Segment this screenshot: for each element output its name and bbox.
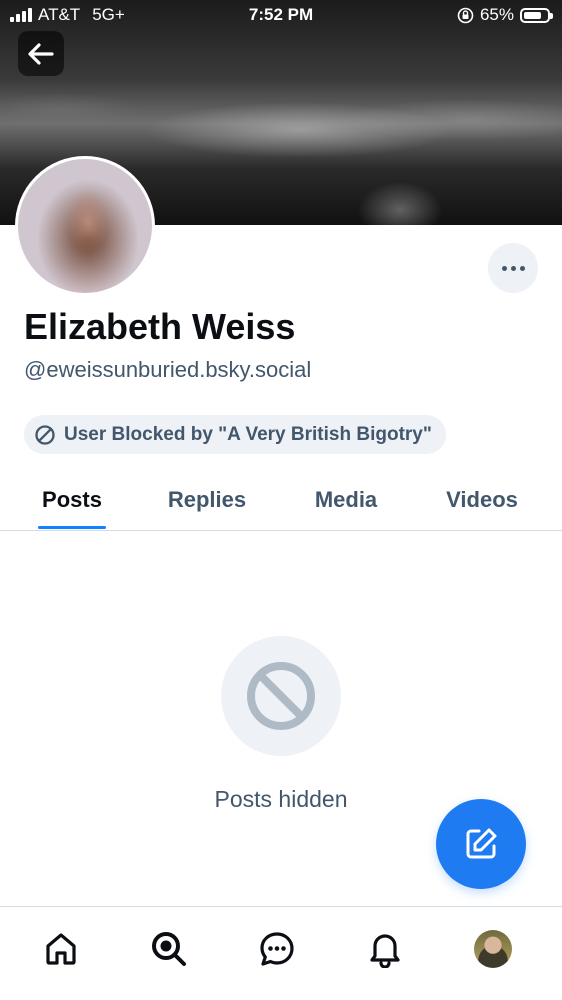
chat-icon (260, 932, 294, 966)
bottom-nav (0, 906, 562, 1000)
bell-icon (370, 934, 400, 968)
nav-profile[interactable] (473, 929, 513, 969)
display-name: Elizabeth Weiss (24, 306, 296, 347)
tab-media[interactable]: Media (300, 470, 392, 530)
ellipsis-icon (501, 265, 507, 271)
back-button[interactable] (18, 31, 64, 76)
compose-icon (466, 828, 497, 859)
block-icon (247, 662, 315, 730)
nav-home[interactable] (41, 929, 81, 969)
arrow-left-icon (28, 42, 54, 65)
battery-percent: 65% (479, 5, 514, 24)
profile-avatar[interactable] (15, 156, 155, 296)
user-handle: @eweissunburied.bsky.social (24, 357, 312, 382)
battery-icon (520, 7, 553, 23)
nav-search[interactable] (149, 929, 189, 969)
nav-notifications[interactable] (365, 929, 405, 969)
nav-chat[interactable] (257, 929, 297, 969)
status-bar: AT&T 5G+ 7:52 PM 65% (0, 0, 562, 32)
profile-tabs: Posts Replies Media Videos (0, 470, 562, 531)
more-options-button[interactable] (488, 243, 538, 293)
tab-videos[interactable]: Videos (432, 470, 532, 530)
tab-replies[interactable]: Replies (155, 470, 259, 530)
posts-hidden-icon-circle (221, 636, 341, 756)
active-tab-indicator (38, 526, 106, 529)
compose-post-button[interactable] (436, 799, 526, 889)
home-icon (46, 933, 76, 965)
search-icon (152, 932, 186, 966)
tab-posts[interactable]: Posts (30, 470, 114, 530)
profile-avatar (474, 930, 512, 968)
block-icon (35, 424, 55, 445)
blocked-label: User Blocked by "A Very British Bigotry" (64, 423, 432, 445)
blocked-by-list-pill[interactable]: User Blocked by "A Very British Bigotry" (24, 415, 446, 454)
orientation-lock-icon (457, 7, 474, 23)
